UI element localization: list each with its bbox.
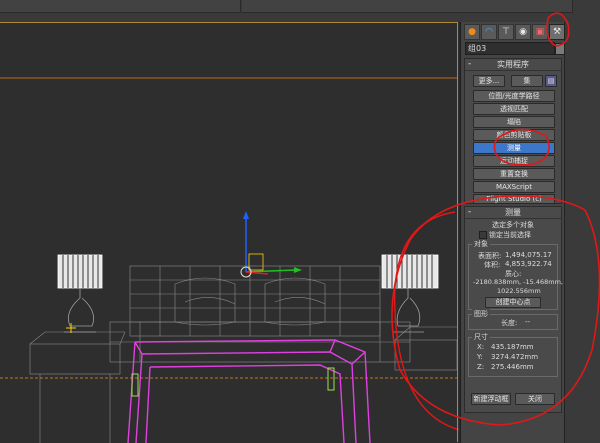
modify-tab[interactable]: ◠ [481,24,497,40]
y-label: Y: [477,353,483,361]
flight-studio-button[interactable]: Flight Studio (c) [473,194,555,204]
measure-rollout: - 测量 选定多个对象 锁定当前选择 对象 表面积: 1,494,075.17 … [464,206,563,413]
more-button[interactable]: 更多... [473,75,505,87]
color-clipboard-button[interactable]: 颜色剪贴板 [473,129,555,141]
main-toolbar [0,0,600,23]
lock-selection-label: 锁定当前选择 [489,231,531,239]
objects-group: 对象 表面积: 1,494,075.17 体积: 4,853,922.74 质心… [468,239,563,310]
command-panel-scrollbar[interactable] [564,22,600,443]
dimensions-group: 尺寸 X: 435.187mm Y: 3274.472mm Z: 275.446… [468,332,558,377]
objects-group-title: 对象 [472,239,490,249]
utilities-title-label: 实用程序 [497,60,529,69]
viewport-frame [0,22,458,442]
measure-title-label: 测量 [505,208,521,217]
utilities-rollout-title[interactable]: - 实用程序 [465,59,561,71]
z-label: Z: [477,363,485,371]
x-label: X: [477,343,485,351]
configure-sets-button[interactable]: ▤ [545,75,557,87]
measure-rollout-title[interactable]: - 测量 [465,207,561,219]
z-value: 275.446mm [491,363,534,371]
volume-value: 4,853,922.74 [505,260,552,268]
shapes-group-title: 图形 [472,309,490,319]
dimensions-group-title: 尺寸 [472,332,490,342]
toolbar-segment [0,0,241,13]
x-value: 435.187mm [491,343,534,351]
new-floater-button[interactable]: 新建浮动框 [471,393,511,405]
modify-bend-icon: ◠ [485,26,493,37]
motion-icon: ◉ [519,26,527,37]
y-value: 3274.472mm [491,353,539,361]
display-tab[interactable]: ▣ [532,24,548,40]
utilities-hammer-icon: ⚒ [552,26,562,37]
perspective-viewport[interactable] [0,22,459,443]
volume-label: 体积: [484,261,501,269]
measure-button[interactable]: 测量 [473,142,555,154]
bitmap-paths-button[interactable]: 位图/光度学路径 [473,90,555,102]
hierarchy-tab[interactable]: ⊤ [498,24,514,40]
create-tab[interactable]: ● [464,24,480,40]
display-icon: ▣ [535,26,545,37]
object-name-field[interactable]: 组03 [465,42,555,55]
motion-capture-button[interactable]: 运动捕捉 [473,155,555,167]
lock-selection-checkbox[interactable] [479,231,487,239]
utilities-rollout: - 实用程序 更多... 集 ▤ 位图/光度学路径 透视匹配 塌陷 颜色剪贴板 … [464,58,562,204]
collapse-button[interactable]: 塌陷 [473,116,555,128]
create-sphere-icon: ● [468,26,476,37]
reset-xform-button[interactable]: 重置变换 [473,168,555,180]
utilities-tab[interactable]: ⚒ [549,24,565,40]
configure-icon: ▤ [547,77,555,85]
shapes-group: 图形 长度: -- [468,309,558,330]
center-value-2: 1022.556mm [497,287,541,295]
perspective-match-button[interactable]: 透视匹配 [473,103,555,115]
length-value: -- [525,318,531,326]
create-center-point-button[interactable]: 创建中心点 [485,297,541,308]
collapse-icon: - [468,59,472,69]
collapse-icon: - [468,207,472,217]
command-panel-tabs: ● ◠ ⊤ ◉ ▣ ⚒ [464,24,565,40]
toolbar-segment [242,0,573,13]
selection-info: 选定多个对象 [492,221,534,229]
maxscript-button[interactable]: MAXScript [473,181,555,193]
motion-tab[interactable]: ◉ [515,24,531,40]
sets-button[interactable]: 集 [511,75,543,87]
center-value: -2180.838mm, -15.468mm, [473,278,563,286]
length-label: 长度: [501,319,518,327]
close-button[interactable]: 关闭 [515,393,555,405]
command-panel: ● ◠ ⊤ ◉ ▣ ⚒ 组03 - 实用程序 更多... 集 ▤ 位图/光度学路… [460,22,565,443]
hierarchy-icon: ⊤ [502,26,510,37]
surface-area-value: 1,494,075.17 [505,251,552,259]
